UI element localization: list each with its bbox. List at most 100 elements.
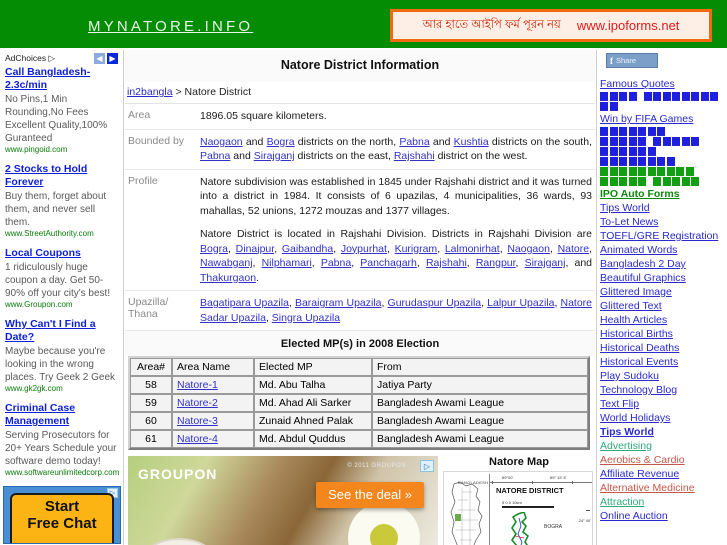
link-rajshahi[interactable]: Rajshahi	[394, 150, 435, 162]
bengali-glyph-row	[600, 147, 727, 156]
breadcrumb-separator: >	[172, 86, 185, 98]
site-title[interactable]: MYNATORE.INFO	[88, 18, 253, 35]
link-baraigram-upazila[interactable]: Baraigram Upazila	[295, 297, 382, 309]
ad-next-arrow-icon[interactable]: ▶	[107, 53, 118, 64]
link-joypurhat[interactable]: Joypurhat	[341, 243, 387, 255]
link-rangpur[interactable]: Rangpur	[476, 257, 516, 269]
sidebar-link-beautiful-graphics[interactable]: Beautiful Graphics	[600, 271, 727, 285]
sidebar-link-ipo-auto-forms[interactable]: IPO Auto Forms	[600, 187, 727, 201]
sidebar-link-bangladesh-2-day[interactable]: Bangladesh 2 Day	[600, 257, 727, 271]
sidebar-link-win-by-fifa-games[interactable]: Win by FIFA Games	[600, 112, 727, 126]
chat-ad-inner: Start Free Chat	[10, 493, 114, 543]
see-the-deal-button[interactable]: See the deal »	[316, 482, 424, 508]
sidebar-link-historical-births[interactable]: Historical Births	[600, 327, 727, 341]
link-kushtia[interactable]: Kushtia	[454, 136, 489, 148]
chat-ad-line1: Start	[44, 498, 80, 515]
link-natore-3[interactable]: Natore-3	[177, 415, 218, 427]
link-gurudaspur-upazila[interactable]: Gurudaspur Upazila	[388, 297, 482, 309]
link-nilphamari[interactable]: Nilphamari	[262, 257, 312, 269]
adchoices-row: AdChoices ▷ ◀ ▶	[3, 50, 120, 66]
sidebar-link-health-articles[interactable]: Health Articles	[600, 313, 727, 327]
adchoices-corner-icon[interactable]: ▷	[420, 460, 434, 472]
ad-title-link[interactable]: Why Can't I Find a Date?	[5, 318, 118, 344]
map-coord-left: 89°00'	[502, 475, 514, 480]
link-bogra[interactable]: Bogra	[267, 136, 295, 148]
ad-url-link[interactable]: www.Groupon.com	[5, 300, 118, 310]
link-lalpur-upazila[interactable]: Lalpur Upazila	[487, 297, 554, 309]
breadcrumb-current: Natore District	[184, 86, 252, 98]
sidebar-link-play-sudoku[interactable]: Play Sudoku	[600, 369, 727, 383]
row-value-area: 1896.05 square kilometers.	[197, 104, 595, 130]
sidebar-link-aerobics-cardio[interactable]: Aerobics & Cardio	[600, 453, 727, 467]
link-kurigram[interactable]: Kurigram	[395, 243, 438, 255]
row-value-upazilla: Bagatipara Upazila, Baraigram Upazila, G…	[197, 290, 595, 331]
ad-title-link[interactable]: Criminal Case Management	[5, 402, 118, 428]
link-panchagarh[interactable]: Panchagarh	[360, 257, 417, 269]
sidebar-link-tips-world-bold[interactable]: Tips World	[600, 425, 727, 439]
adchoices-label[interactable]: AdChoices ▷	[5, 53, 55, 64]
ad-url-link[interactable]: www.softwareunlimitedcorp.com	[5, 468, 119, 478]
start-free-chat-ad[interactable]: ▷ Start Free Chat	[3, 486, 121, 544]
link-thakurgaon[interactable]: Thakurgaon	[200, 272, 256, 284]
breadcrumb-link-in2bangla[interactable]: in2bangla	[127, 86, 173, 98]
link-nawabganj[interactable]: Nawabganj	[200, 257, 253, 269]
natore-map-image[interactable]: BANGLADESH 89°00' 89° 15' E 24° 40' NATO…	[443, 471, 593, 545]
ad-prev-arrow-icon[interactable]: ◀	[94, 53, 105, 64]
ad-url-link[interactable]: www.StreetAuthority.com	[5, 229, 118, 239]
link-pabna-2[interactable]: Pabna	[200, 150, 230, 162]
link-bagatipara-upazila[interactable]: Bagatipara Upazila	[200, 297, 289, 309]
cell-area-no: 60	[130, 412, 172, 430]
banner-bengali-text: আর হাতে আইপি ফর্ম পূরন নয়	[422, 19, 561, 31]
ipoforms-banner-ad[interactable]: আর হাতে আইপি ফর্ম পূরন নয় www.ipoforms.…	[390, 9, 712, 42]
sidebar-link-text-flip[interactable]: Text Flip	[600, 397, 727, 411]
ad-url-link[interactable]: www.gk2gk.com	[5, 384, 118, 394]
sidebar-link-animated-words[interactable]: Animated Words	[600, 243, 727, 257]
facebook-share-button[interactable]: f Share	[606, 53, 658, 68]
ad-title-link[interactable]: Local Coupons	[5, 247, 118, 260]
bengali-glyph-row	[600, 102, 727, 111]
col-header-from: From	[372, 358, 588, 376]
link-pabna-div[interactable]: Pabna	[321, 257, 351, 269]
sidebar-link-to-let-news[interactable]: To-Let News	[600, 215, 727, 229]
natore-map-section: Natore Map BANGLADESH 89°00' 89° 15' E 2…	[443, 456, 595, 545]
sidebar-link-historical-events[interactable]: Historical Events	[600, 355, 727, 369]
link-pabna[interactable]: Pabna	[399, 136, 429, 148]
sidebar-link-historical-deaths[interactable]: Historical Deaths	[600, 341, 727, 355]
link-bogra-div[interactable]: Bogra	[200, 243, 228, 255]
list-item: Call Bangladesh-2.3c/min No Pins,1 Min R…	[3, 66, 120, 155]
ad-title-link[interactable]: Call Bangladesh-2.3c/min	[5, 66, 118, 92]
link-sirajganj[interactable]: Sirajganj	[254, 150, 295, 162]
chat-ad-line2: Free Chat	[27, 515, 97, 532]
sidebar-link-glittered-text[interactable]: Glittered Text	[600, 299, 727, 313]
sidebar-link-world-holidays[interactable]: World Holidays	[600, 411, 727, 425]
link-natore-1[interactable]: Natore-1	[177, 379, 218, 391]
ad-url-link[interactable]: www.pingoid.com	[5, 145, 118, 155]
sidebar-link-toefl-gre-registration[interactable]: TOEFL/GRE Registration	[600, 229, 727, 243]
main-content: Natore District Information in2bangla > …	[125, 50, 595, 545]
sidebar-link-online-auction[interactable]: Online Auction	[600, 509, 727, 523]
left-ad-sidebar: AdChoices ▷ ◀ ▶ Call Bangladesh-2.3c/min…	[0, 50, 124, 545]
link-dinajpur[interactable]: Dinajpur	[236, 243, 275, 255]
sidebar-link-attraction[interactable]: Attraction	[600, 495, 727, 509]
link-naogaon[interactable]: Naogaon	[200, 136, 243, 148]
link-gaibandha[interactable]: Gaibandha	[282, 243, 333, 255]
link-rajshahi-div[interactable]: Rajshahi	[426, 257, 467, 269]
sidebar-link-tips-world[interactable]: Tips World	[600, 201, 727, 215]
link-natore-2[interactable]: Natore-2	[177, 397, 218, 409]
sidebar-link-technology-blog[interactable]: Technology Blog	[600, 383, 727, 397]
link-sirajganj-div[interactable]: Sirajganj	[525, 257, 566, 269]
groupon-ad[interactable]: GROUPON © 2011 GROUPON ▷ See the deal »	[128, 456, 438, 545]
link-naogaon-div[interactable]: Naogaon	[507, 243, 550, 255]
sidebar-link-alternative-medicine[interactable]: Alternative Medicine	[600, 481, 727, 495]
link-natore-4[interactable]: Natore-4	[177, 433, 218, 445]
link-natore-div[interactable]: Natore	[558, 243, 590, 255]
sidebar-link-famous-quotes[interactable]: Famous Quotes	[600, 77, 727, 91]
link-lalmonirhat[interactable]: Lalmonirhat	[445, 243, 500, 255]
map-coord-right: 89° 15' E	[550, 475, 567, 480]
sidebar-link-affiliate-revenue[interactable]: Affiliate Revenue	[600, 467, 727, 481]
map-scale-bar	[502, 506, 554, 508]
sidebar-link-advertising[interactable]: Advertising	[600, 439, 727, 453]
link-singra-upazila[interactable]: Singra Upazila	[272, 312, 340, 324]
ad-title-link[interactable]: 2 Stocks to Hold Forever	[5, 163, 118, 189]
sidebar-link-glittered-image[interactable]: Glittered Image	[600, 285, 727, 299]
